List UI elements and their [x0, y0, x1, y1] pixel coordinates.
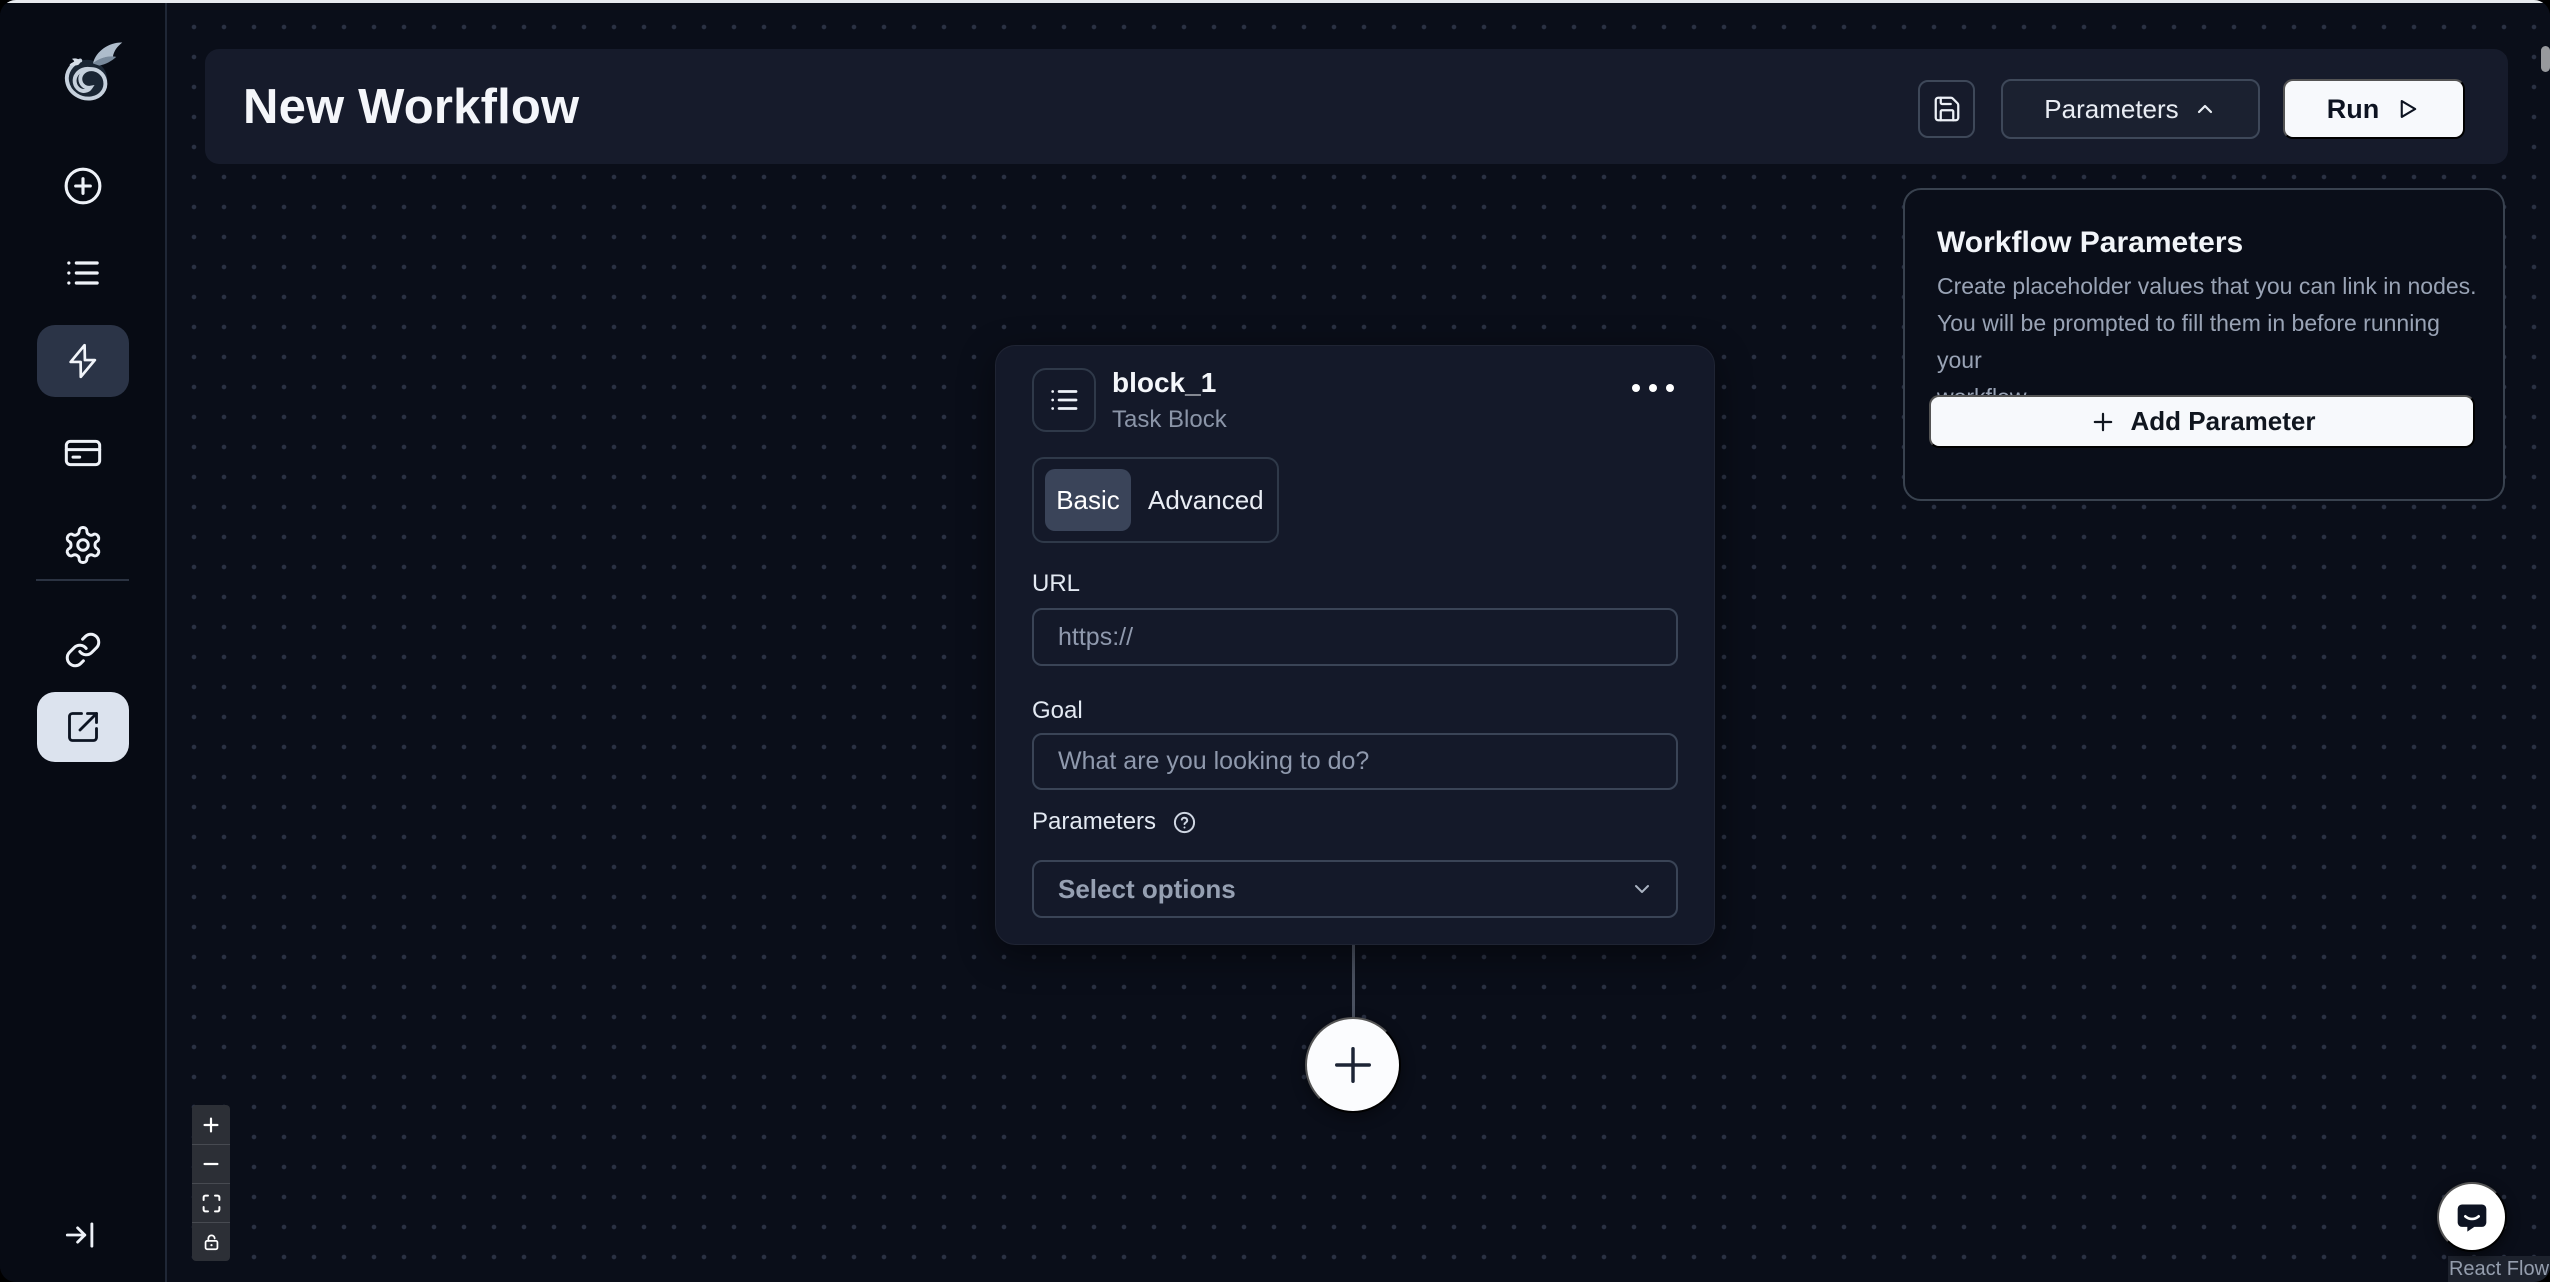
- runs-list-icon[interactable]: [63, 253, 103, 293]
- add-node-button[interactable]: [1305, 1017, 1401, 1113]
- tab-advanced[interactable]: Advanced: [1148, 485, 1264, 516]
- parameters-toggle-button[interactable]: Parameters: [2001, 79, 2260, 139]
- sidebar-item-workflows[interactable]: [37, 325, 129, 397]
- link-icon[interactable]: [64, 631, 102, 669]
- url-label: URL: [1032, 570, 1081, 597]
- block-type-icon-box: [1032, 368, 1096, 432]
- zoom-in-button[interactable]: [192, 1105, 230, 1144]
- parameters-label: Parameters: [1032, 808, 1157, 835]
- panel-title: Workflow Parameters: [1937, 226, 2244, 259]
- run-button[interactable]: Run: [2283, 79, 2465, 139]
- url-input[interactable]: [1032, 608, 1678, 666]
- add-parameter-button[interactable]: Add Parameter: [1929, 395, 2475, 448]
- parameters-label-row: Parameters: [1032, 808, 1197, 836]
- play-icon: [2393, 95, 2421, 123]
- plus-icon: [1327, 1039, 1379, 1091]
- list-icon: [1047, 383, 1081, 417]
- block-name: block_1: [1112, 366, 1217, 398]
- help-circle-icon[interactable]: [1172, 810, 1197, 835]
- block-title-group: block_1 Task Block: [1112, 366, 1227, 433]
- run-button-label: Run: [2326, 93, 2380, 124]
- page-title: New Workflow: [243, 79, 580, 134]
- create-plus-circle-icon[interactable]: [61, 164, 105, 208]
- lock-button[interactable]: [192, 1222, 230, 1261]
- ellipsis-menu-icon[interactable]: [1626, 378, 1680, 398]
- app-viewport: New Workflow Parameters Run block_1 Task…: [0, 0, 2550, 1282]
- react-flow-attribution[interactable]: React Flow: [2448, 1256, 2550, 1282]
- scrollbar-thumb[interactable]: [2541, 46, 2550, 72]
- block-mode-tabs: Basic Advanced: [1032, 457, 1279, 543]
- chevron-down-icon: [1630, 877, 1654, 901]
- canvas-controls: [192, 1105, 230, 1261]
- app-root: New Workflow Parameters Run block_1 Task…: [0, 0, 2550, 1282]
- plus-icon: [2089, 408, 2117, 436]
- skyvern-dragon-logo[interactable]: [52, 38, 128, 110]
- block-type-label: Task Block: [1112, 405, 1227, 433]
- task-block-node[interactable]: block_1 Task Block Basic Advanced URL Go…: [995, 345, 1715, 945]
- goal-label: Goal: [1032, 697, 1083, 724]
- panel-description: Create placeholder values that you can l…: [1937, 273, 2477, 410]
- credit-card-icon[interactable]: [63, 433, 103, 473]
- sidebar-item-external[interactable]: [37, 692, 129, 762]
- select-placeholder: Select options: [1058, 873, 1236, 904]
- add-parameter-label: Add Parameter: [2130, 406, 2316, 436]
- zoom-out-button[interactable]: [192, 1144, 230, 1183]
- workflow-parameters-panel: Workflow Parameters Create placeholder v…: [1903, 188, 2505, 501]
- sidebar: [0, 0, 167, 1282]
- node-edge-connector: [1352, 943, 1355, 1019]
- fit-view-button[interactable]: [192, 1183, 230, 1222]
- external-link-icon: [65, 709, 101, 745]
- workflow-header: New Workflow Parameters Run: [205, 49, 2508, 164]
- sidebar-divider: [36, 579, 129, 581]
- messenger-bubble-icon: [2452, 1197, 2492, 1237]
- collapse-sidebar-arrow-icon[interactable]: [61, 1216, 99, 1254]
- parameters-select[interactable]: Select options: [1032, 860, 1678, 918]
- tab-basic[interactable]: Basic: [1045, 469, 1131, 531]
- gear-icon[interactable]: [62, 524, 104, 566]
- chat-messenger-button[interactable]: [2437, 1182, 2507, 1252]
- parameters-button-label: Parameters: [2044, 93, 2179, 124]
- chevron-up-icon: [2193, 97, 2217, 121]
- goal-input[interactable]: [1032, 733, 1678, 790]
- top-accent-line: [0, 0, 2550, 3]
- lightning-bolt-icon: [64, 342, 102, 380]
- save-button[interactable]: [1918, 80, 1975, 138]
- save-floppy-icon: [1932, 94, 1962, 124]
